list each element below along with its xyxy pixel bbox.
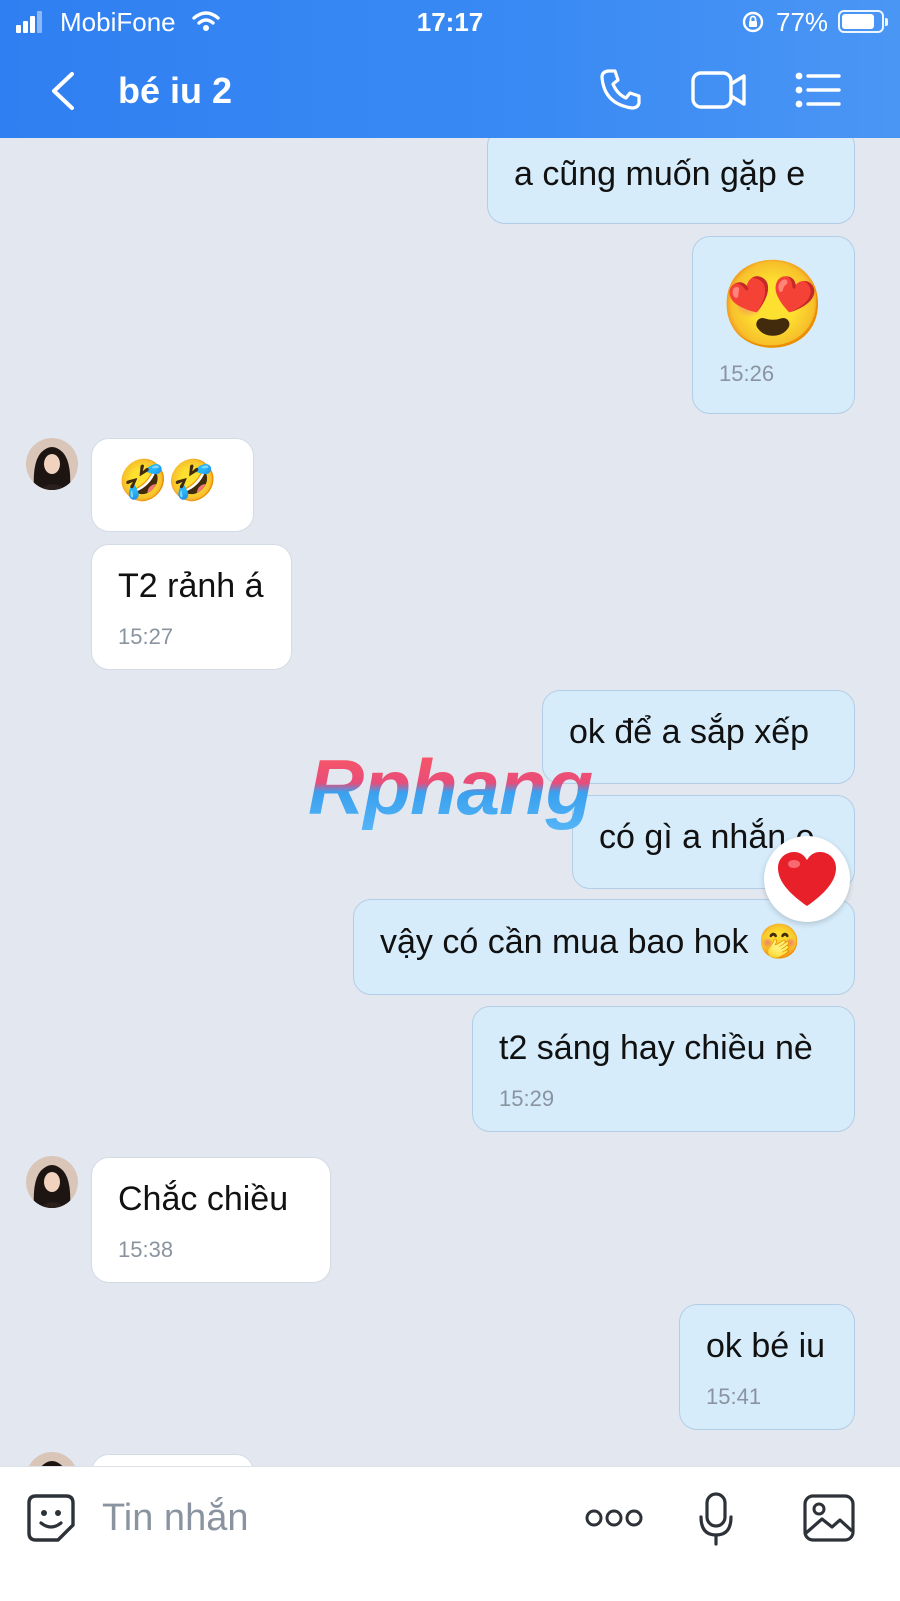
status-bar: MobiFone 17:17 77% — [0, 0, 900, 46]
message-input[interactable]: Tin nhắn — [102, 1497, 248, 1540]
rotation-lock-icon — [742, 11, 764, 33]
message-bubble-received[interactable]: 🤣🤣 — [91, 438, 254, 532]
message-bubble-received[interactable]: T2 rảnh á 15:27 — [91, 544, 292, 670]
avatar[interactable] — [26, 438, 78, 490]
sticker-icon[interactable] — [26, 1493, 76, 1543]
message-time: 15:27 — [118, 624, 174, 649]
message-bubble-sent[interactable]: t2 sáng hay chiều nè 15:29 — [472, 1006, 855, 1132]
video-call-icon[interactable] — [690, 70, 748, 110]
more-icon[interactable] — [584, 1507, 644, 1529]
message-bubble-received[interactable]: Chắc chiều 15:38 — [91, 1157, 331, 1283]
message-list[interactable]: a cũng muốn gặp e 😍 15:26 🤣🤣 T2 rảnh á 1… — [0, 138, 900, 1498]
message-time: 15:41 — [706, 1384, 762, 1409]
message-text: a cũng muốn gặp e — [514, 155, 806, 193]
chat-title: bé iu 2 — [118, 70, 233, 111]
avatar[interactable] — [26, 1156, 78, 1208]
message-time: 15:29 — [499, 1086, 555, 1111]
message-text: 🤣🤣 — [118, 459, 218, 503]
mic-icon[interactable] — [698, 1491, 734, 1547]
message-text: ok để a sắp xếp — [569, 713, 810, 751]
message-time: 15:26 — [719, 361, 775, 386]
heart-reaction-icon[interactable] — [764, 836, 850, 922]
watermark-logo: Rphang — [308, 743, 593, 831]
menu-icon[interactable] — [794, 72, 842, 108]
status-time: 17:17 — [416, 7, 484, 37]
message-bubble-sent[interactable]: a cũng muốn gặp e — [487, 138, 855, 224]
message-text: Chắc chiều — [118, 1180, 289, 1218]
message-input-bar: Tin nhắn — [0, 1466, 900, 1601]
header-bar: MobiFone 17:17 77% bé iu 2 — [0, 0, 900, 138]
back-icon[interactable] — [44, 68, 84, 114]
message-bubble-sent[interactable]: ok bé iu 15:41 — [679, 1304, 855, 1430]
message-bubble-sent[interactable]: 😍 15:26 — [692, 236, 855, 414]
message-text: t2 sáng hay chiều nè — [499, 1029, 813, 1067]
message-text: ok bé iu — [706, 1327, 826, 1365]
battery-percent: 77% — [776, 7, 829, 37]
heart-eyes-emoji: 😍 — [719, 257, 827, 353]
battery-icon — [838, 10, 888, 33]
message-text: T2 rảnh á — [118, 567, 264, 605]
image-icon[interactable] — [802, 1493, 856, 1543]
message-time: 15:38 — [118, 1237, 174, 1262]
phone-icon[interactable] — [598, 66, 644, 112]
message-text: vậy có cần mua bao hok 🤭 — [380, 923, 801, 961]
